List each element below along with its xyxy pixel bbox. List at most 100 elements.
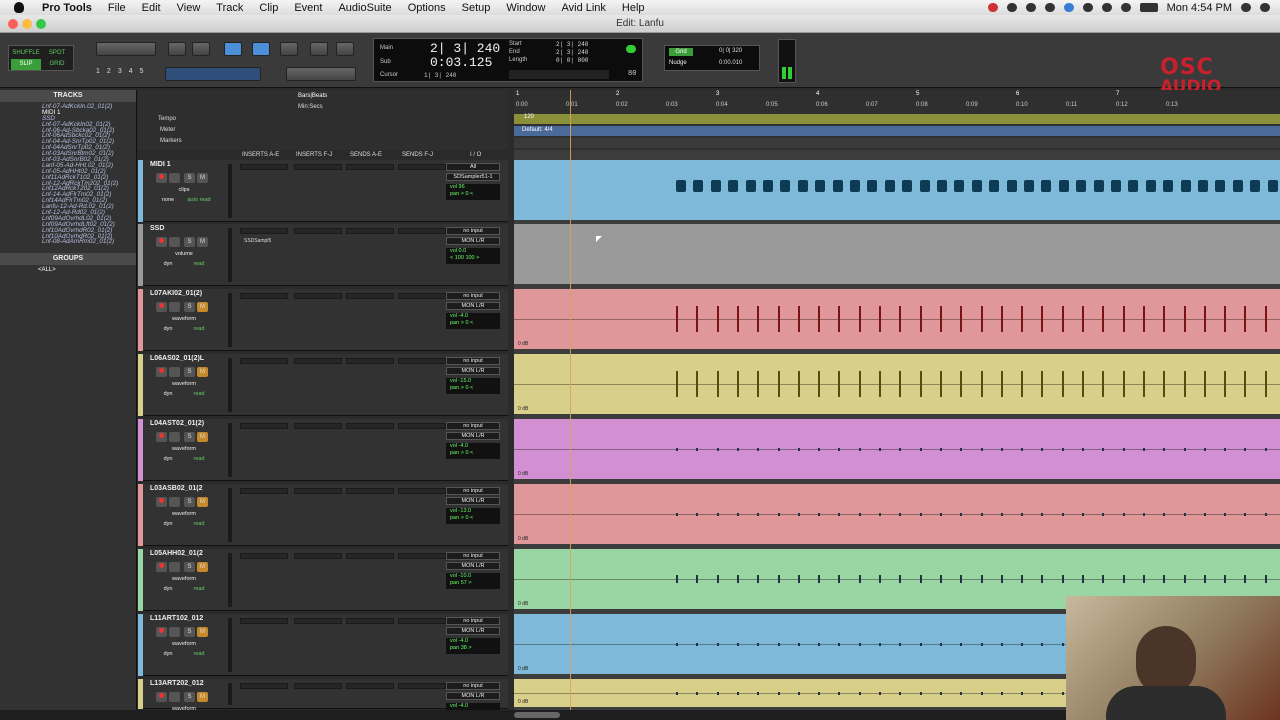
midi-note[interactable] [954,180,965,192]
midi-note[interactable] [1215,180,1226,192]
pan-value[interactable]: < 100 100 > [450,255,500,262]
bars-ruler-label[interactable]: Bars|Beats [298,93,327,99]
input-selector[interactable]: no input [446,682,500,690]
track-view-selector[interactable]: waveform [154,381,214,387]
menu-help[interactable]: Help [614,2,653,14]
track-name[interactable]: SSD [150,225,226,234]
mute-button[interactable]: M [197,432,208,442]
output-selector[interactable]: MON L/R [446,627,500,635]
midi-note[interactable] [797,180,808,192]
automation-mode[interactable]: read [184,651,214,657]
input-selector[interactable]: All [446,163,500,171]
midi-note[interactable] [989,180,1000,192]
track-sub-view[interactable]: none [154,197,182,203]
meter-marker-value[interactable]: Default: 4/4 [522,127,553,133]
start-value[interactable]: 2| 3| 240 [556,41,588,48]
track-lane[interactable]: 0 dB [514,419,1280,479]
insert-slot[interactable] [240,293,288,299]
volume-pan-display[interactable]: vol 96 pan > 0 < [446,184,500,200]
battery-icon[interactable] [1139,3,1158,12]
send-slot[interactable] [346,228,394,234]
speaker-icon[interactable] [310,42,328,56]
track-sub-view[interactable]: dyn [154,261,182,267]
menu-options[interactable]: Options [400,2,454,14]
track-view-selector[interactable]: volume [154,251,214,257]
record-enable-button[interactable] [156,302,167,312]
nudge-button[interactable]: Nudge [669,60,687,66]
midi-note[interactable] [1076,180,1087,192]
pan-value[interactable]: pan 38 > [450,645,500,652]
midi-note[interactable] [1198,180,1208,192]
midi-controls[interactable] [509,70,609,79]
track-header[interactable]: L03ASB02_01(2 S M waveform dyn read no i… [138,484,508,546]
clip-gain-label[interactable]: 0 dB [518,406,528,412]
sends-fj-header[interactable]: SENDS F-J [402,152,433,158]
notification-icon[interactable] [1006,3,1017,12]
groups-panel-header[interactable]: GROUPS [0,253,136,266]
wifi-icon[interactable] [1120,3,1131,12]
midi-note[interactable] [763,180,773,192]
group-all[interactable]: <ALL> [0,265,136,273]
track-name[interactable]: MIDI 1 [150,161,226,170]
midi-note[interactable] [1058,180,1069,192]
record-enable-button[interactable] [156,497,167,507]
solo-button[interactable]: S [184,237,195,247]
send-slot[interactable] [346,164,394,170]
track-name[interactable]: L13ART202_012 [150,680,226,689]
automation-mode[interactable]: auto read [184,197,214,203]
sends-ae-header[interactable]: SENDS A-E [350,152,382,158]
volume-value[interactable]: vol -15.0 [450,378,500,385]
search-icon[interactable] [1241,3,1251,12]
track-header[interactable]: L11ART102_012 S M waveform dyn read no i… [138,614,508,676]
pan-value[interactable]: pan 57 > [450,580,500,587]
online-indicator-icon[interactable] [626,45,636,53]
midi-note[interactable] [884,180,895,192]
track-view-selector[interactable]: waveform [154,446,214,452]
zoom-window-button[interactable] [36,19,46,29]
pan-value[interactable]: pan > 0 < [450,191,500,198]
volume-value[interactable]: vol -4.0 [450,443,500,450]
zoom-preset-buttons[interactable]: 12345 [96,68,151,75]
midi-note[interactable] [780,180,791,192]
volume-pan-display[interactable]: vol -4.0 pan 38 > [446,638,500,654]
menu-clock[interactable]: Mon 4:54 PM [1167,2,1232,14]
length-value[interactable]: 0| 0| 000 [556,57,588,64]
slip-mode-button[interactable]: SLIP [11,59,41,70]
trim-tool[interactable] [192,42,210,56]
mute-button[interactable]: M [197,367,208,377]
mute-button[interactable]: M [197,627,208,637]
automation-mode[interactable]: read [184,261,214,267]
midi-note[interactable] [728,180,739,192]
track-header[interactable]: L07AKI02_01(2) S M waveform dyn read no … [138,289,508,351]
inserts-fj-header[interactable]: INSERTS F-J [296,152,332,158]
menu-clip[interactable]: Clip [251,2,286,14]
track-sub-view[interactable]: dyn [154,456,182,462]
meter-ruler[interactable]: Default: 4/4 [514,126,1280,136]
send-slot[interactable] [398,293,446,299]
midi-note[interactable] [1250,180,1261,192]
playhead[interactable] [570,90,571,710]
minsecs-ruler[interactable]: 0:00 0:01 0:02 0:03 0:04 0:05 0:06 0:07 0:08 0:09… [514,101,1280,112]
output-selector[interactable]: MON L/R [446,562,500,570]
track-sub-view[interactable]: dyn [154,326,182,332]
volume-pan-display[interactable]: vol -13.0 pan > 0 < [446,508,500,524]
clip-gain-label[interactable]: 0 dB [518,666,528,672]
meter-ruler-label[interactable]: Meter [160,127,175,133]
insert-slot[interactable] [240,683,288,689]
midi-note[interactable] [1163,180,1174,192]
insert-slot[interactable] [294,293,342,299]
insert-slot[interactable] [294,164,342,170]
minimize-window-button[interactable] [22,19,32,29]
record-status-icon[interactable] [987,3,998,12]
volume-pan-display[interactable]: vol -4.0 pan > 0 < [446,703,500,710]
track-lane[interactable]: 0 dB [514,354,1280,414]
track-lane[interactable]: 0 dB [514,289,1280,349]
mute-button[interactable]: M [197,497,208,507]
nudge-value[interactable]: 0:00.010 [719,60,742,66]
track-header[interactable]: SSD S M volume dyn read SSDSampl5 no inp… [138,224,508,286]
insert-slot[interactable]: SSDSampl5 [240,228,288,244]
tempo-ruler[interactable]: 120 [514,114,1280,124]
solo-button[interactable]: S [184,173,195,183]
input-selector[interactable]: no input [446,292,500,300]
track-name[interactable]: L11ART102_012 [150,615,226,624]
